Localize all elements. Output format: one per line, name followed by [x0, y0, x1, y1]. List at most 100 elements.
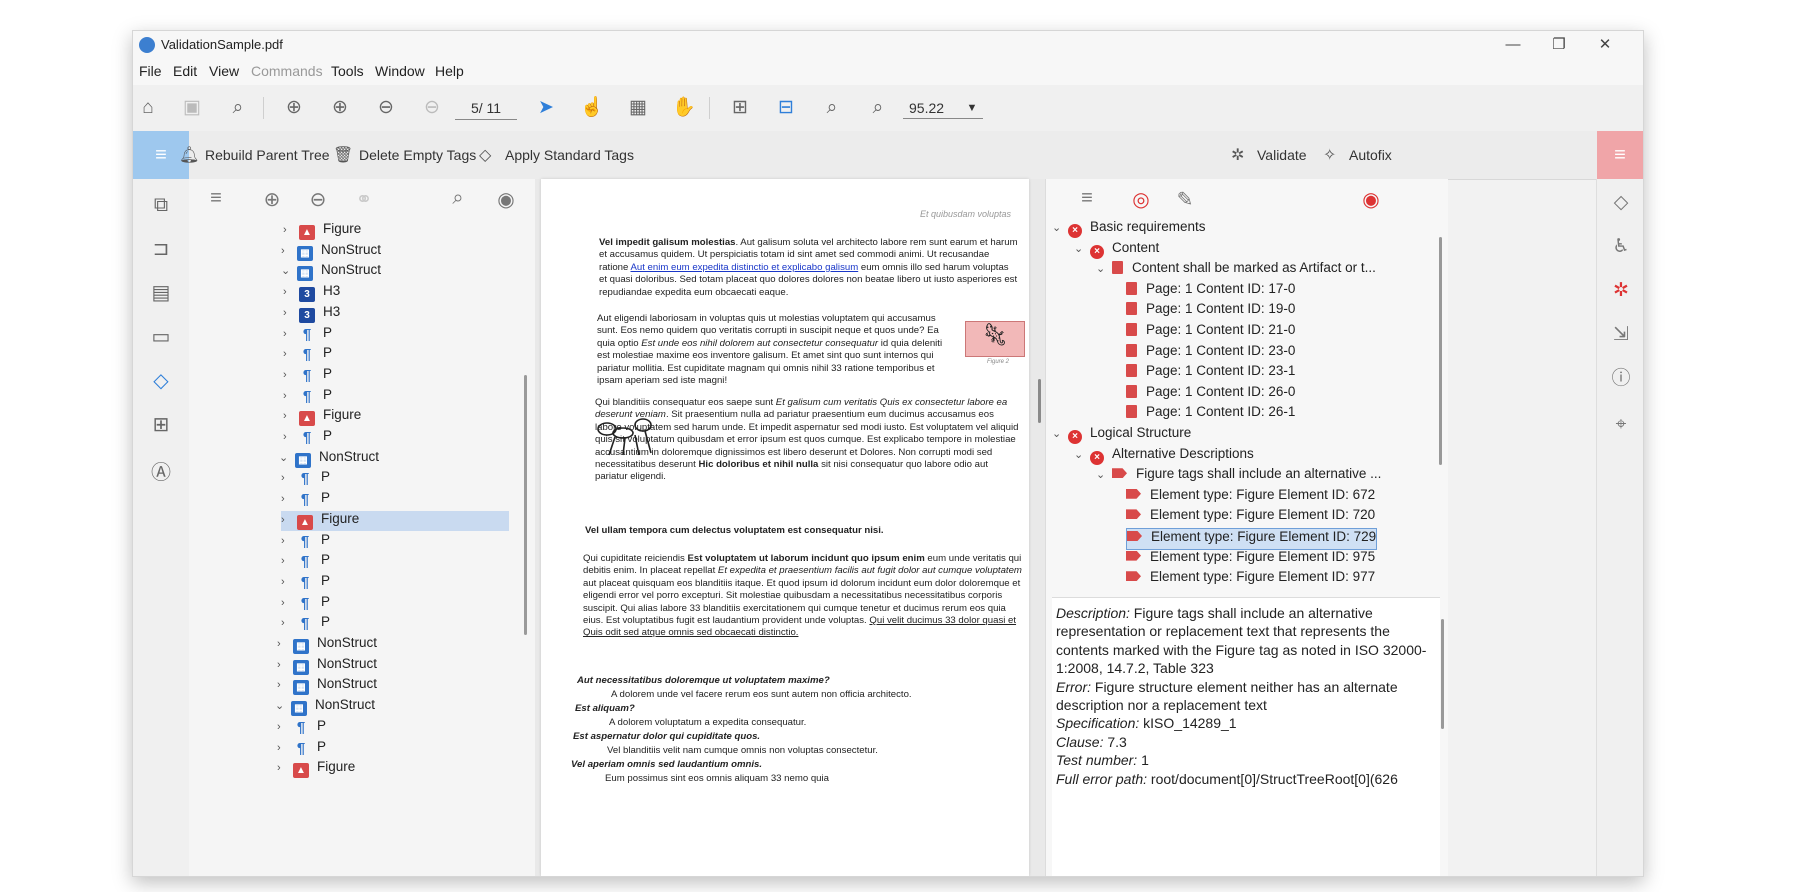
menu-window[interactable]: Window — [375, 63, 425, 79]
remove-tag-icon[interactable]: ⊖ — [305, 187, 331, 212]
layers-icon[interactable]: ⊞ — [147, 411, 175, 439]
tag-tree-item[interactable]: › ¶ P — [281, 552, 330, 572]
home-icon[interactable]: ⌂ — [135, 95, 161, 121]
validation-tree-item[interactable]: ⌄ Figure tags shall include an alternativ… — [1096, 466, 1381, 486]
chevron-right-icon[interactable]: › — [281, 576, 297, 588]
chevron-down-icon[interactable]: ⌄ — [1052, 221, 1068, 234]
chevron-right-icon[interactable]: › — [277, 659, 293, 671]
chevron-right-icon[interactable]: › — [281, 514, 297, 526]
bug-icon[interactable]: ✲ — [1607, 277, 1635, 305]
validation-tree-item[interactable]: Page: 1 Content ID: 17-0 — [1126, 281, 1295, 301]
chevron-right-icon[interactable]: › — [281, 493, 297, 505]
chevron-right-icon[interactable]: › — [281, 597, 297, 609]
p1-link[interactable]: Aut enim eum expedita distinctio et expl… — [630, 262, 858, 273]
edit-pencil-icon[interactable]: ✎ — [1172, 187, 1198, 212]
chevron-right-icon[interactable]: › — [281, 472, 297, 484]
tag-tree-item[interactable]: › ▲ Figure — [283, 407, 361, 427]
page-number-field[interactable]: 5/ 11 — [455, 97, 517, 120]
visibility-toggle-icon[interactable]: ◉ — [1358, 187, 1384, 212]
location-pin-icon[interactable]: ⌖ — [1607, 411, 1635, 439]
rebuild-parent-tree-button[interactable]: 🔔︎ Rebuild Parent Tree — [179, 145, 330, 165]
back-icon[interactable]: ⊖ — [373, 95, 399, 121]
chevron-right-icon[interactable]: › — [283, 390, 299, 402]
details-scrollbar[interactable] — [1441, 619, 1444, 729]
pan-hand-icon[interactable]: ✋ — [671, 95, 697, 121]
tag-tree-item[interactable]: › ¶ P — [281, 469, 330, 489]
validation-tree-item[interactable]: ⌄ Content shall be marked as Artifact or … — [1096, 260, 1376, 280]
tag-tree-item[interactable]: › ¶ P — [283, 325, 332, 345]
menu-edit[interactable]: Edit — [173, 63, 197, 79]
add-tag-icon[interactable]: ⊕ — [259, 187, 285, 212]
text-icon[interactable]: Ⓐ — [147, 459, 175, 487]
minimize-icon[interactable]: — — [1493, 34, 1533, 56]
validation-tree-item[interactable]: Element type: Figure Element ID: 729 — [1126, 528, 1378, 550]
select-tool-icon[interactable]: ➤ — [533, 95, 559, 121]
chevron-right-icon[interactable]: › — [283, 307, 299, 319]
chevron-right-icon[interactable]: › — [277, 762, 293, 774]
menu-view[interactable]: View — [209, 63, 239, 79]
validation-tree-item[interactable]: Page: 1 Content ID: 19-0 — [1126, 301, 1295, 321]
collapse-panel-icon[interactable]: ≡ — [203, 187, 229, 210]
tag-tree-item[interactable]: › ¶ P — [281, 573, 330, 593]
tag-tree-item[interactable]: › ▦ NonStruct — [277, 656, 377, 676]
validation-tree-item[interactable]: ⌄ × Alternative Descriptions — [1074, 446, 1254, 466]
previous-page-icon[interactable]: ⊕ — [281, 95, 307, 121]
tag-tree-item[interactable]: ⌄ ▦ NonStruct — [279, 449, 379, 469]
warning-icon[interactable]: ⓘ — [1607, 365, 1635, 393]
fit-width-icon[interactable]: ⊟ — [773, 95, 799, 121]
forward-icon[interactable]: ⊖ — [419, 95, 445, 121]
tag-tree-item[interactable]: › ¶ P — [283, 345, 332, 365]
validation-tree-item[interactable]: ⌄ × Content — [1074, 240, 1159, 260]
visibility-icon[interactable]: ◉ — [493, 187, 519, 212]
delete-empty-tags-button[interactable]: 🗑︎ Delete Empty Tags — [333, 145, 476, 165]
chevron-right-icon[interactable]: › — [283, 328, 299, 340]
menu-help[interactable]: Help — [435, 63, 464, 79]
tag-tree-item[interactable]: › ▲ Figure — [283, 221, 361, 241]
pages-icon[interactable]: ⧉ — [147, 191, 175, 219]
chevron-down-icon[interactable]: ⌄ — [275, 699, 291, 712]
maximize-icon[interactable]: ❐ — [1539, 34, 1579, 56]
close-icon[interactable]: ✕ — [1585, 34, 1625, 56]
tag-tree-item[interactable]: › ¶ P — [281, 532, 330, 552]
search-tree-icon[interactable]: ⌕ — [445, 187, 471, 210]
tag-tree-item[interactable]: › ▦ NonStruct — [281, 242, 381, 262]
zoom-out-icon[interactable]: ⌕ — [819, 95, 845, 121]
validation-tree-item[interactable]: Element type: Figure Element ID: 975 — [1126, 549, 1375, 569]
target-icon[interactable]: ◎ — [1128, 187, 1154, 212]
validation-tree-item[interactable]: Element type: Figure Element ID: 720 — [1126, 507, 1375, 527]
touch-tool-icon[interactable]: ☝ — [579, 95, 605, 121]
tag-tree-item[interactable]: › ▲ Figure — [277, 759, 355, 779]
chevron-right-icon[interactable]: › — [283, 286, 299, 298]
menu-tools[interactable]: Tools — [331, 63, 364, 79]
tag-tree-item[interactable]: › ¶ P — [283, 366, 332, 386]
tags-icon[interactable]: ◇ — [147, 367, 175, 395]
tag-tree-item[interactable]: › 3 H3 — [283, 304, 340, 324]
validation-tree-item[interactable]: Page: 1 Content ID: 26-0 — [1126, 384, 1295, 404]
tag-tree-item[interactable]: › ▲ Figure — [281, 510, 509, 531]
zoom-in-icon[interactable]: ⌕ — [865, 95, 891, 121]
validation-tree-item[interactable]: Element type: Figure Element ID: 672 — [1126, 487, 1375, 507]
chevron-down-icon[interactable]: ⌄ — [1096, 468, 1112, 481]
validation-tree-item[interactable]: Page: 1 Content ID: 23-1 — [1126, 363, 1295, 383]
validation-tree-item[interactable]: Page: 1 Content ID: 21-0 — [1126, 322, 1295, 342]
link-icon[interactable]: ⚭ — [351, 187, 377, 212]
chevron-right-icon[interactable]: › — [277, 721, 293, 733]
chevron-right-icon[interactable]: › — [283, 348, 299, 360]
tag-tree-item[interactable]: › ¶ P — [277, 718, 326, 738]
next-page-icon[interactable]: ⊕ — [327, 95, 353, 121]
menu-commands[interactable]: Commands — [251, 63, 323, 79]
chevron-right-icon[interactable]: › — [277, 638, 293, 650]
tag-tree-item[interactable]: › ▦ NonStruct — [277, 676, 377, 696]
validate-button[interactable]: ✲ Validate — [1231, 145, 1307, 165]
tag-tree-item[interactable]: › ¶ P — [283, 387, 332, 407]
tag-tree-item[interactable]: › ▦ NonStruct — [277, 635, 377, 655]
export-icon[interactable]: ⇲ — [1607, 321, 1635, 349]
chevron-down-icon[interactable]: ⌄ — [279, 451, 295, 464]
chevron-right-icon[interactable]: › — [281, 617, 297, 629]
apply-standard-tags-button[interactable]: ◇ Apply Standard Tags — [479, 145, 634, 165]
validation-scrollbar[interactable] — [1439, 237, 1442, 465]
collapse-validation-icon[interactable]: ≡ — [1074, 187, 1100, 210]
tag-tree-item[interactable]: › 3 H3 — [283, 283, 340, 303]
chevron-right-icon[interactable]: › — [277, 742, 293, 754]
search-icon[interactable]: ⌕ — [225, 95, 251, 121]
